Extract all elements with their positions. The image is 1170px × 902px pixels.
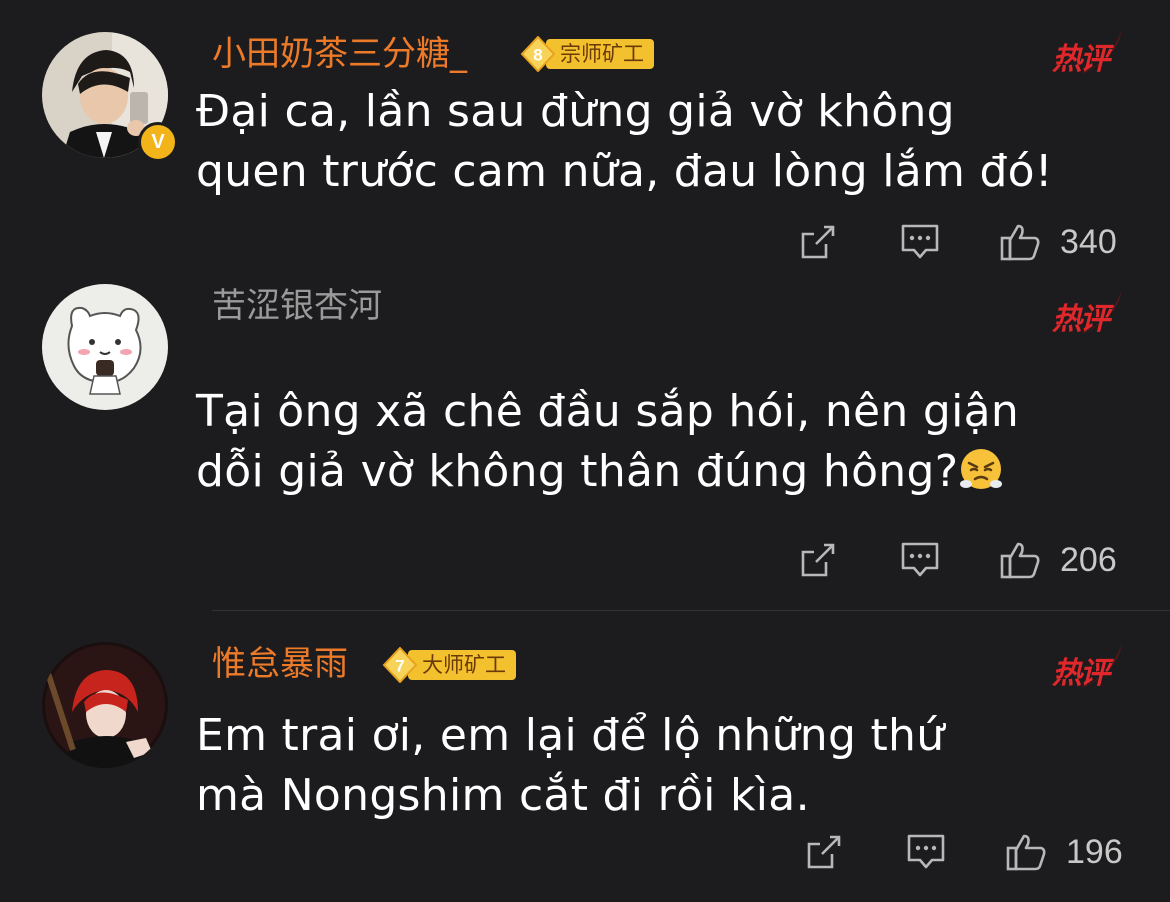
comment-actions: 340: [780, 220, 1140, 266]
username[interactable]: 惟怠暴雨: [212, 642, 348, 686]
level-badge[interactable]: 7 大师矿工: [382, 647, 516, 683]
comment-item: V 小田奶茶三分糖_ 8 宗师矿工 热评 Đại ca, lần sau đừn…: [0, 0, 1170, 290]
avatar[interactable]: [42, 284, 168, 410]
comment-text: Tại ông xã chê đầu sắp hói, nên giận dỗi…: [196, 382, 1146, 502]
svg-text:7: 7: [395, 657, 404, 676]
svg-text:8: 8: [533, 46, 542, 65]
comment-icon[interactable]: [898, 220, 942, 264]
comment-actions: 206: [780, 538, 1140, 584]
level-title: 宗师矿工: [546, 39, 654, 69]
thumbs-up-icon[interactable]: [998, 538, 1042, 582]
thumbs-up-icon[interactable]: [998, 220, 1042, 264]
comment-text-line: quen trước cam nữa, đau lòng lắm đó!: [196, 146, 1053, 197]
comment-text-line: Tại ông xã chê đầu sắp hói, nên giận: [196, 386, 1020, 437]
comment-divider: [212, 610, 1170, 611]
username[interactable]: 苦涩银杏河: [212, 284, 382, 328]
hot-comment-tag: 热评: [1046, 642, 1126, 692]
hot-comment-label: 热评: [1052, 302, 1110, 337]
like-count: 340: [1060, 223, 1117, 261]
huffing-face-emoji: [960, 449, 1003, 489]
like-count: 206: [1060, 541, 1117, 579]
comment-text-line: mà Nongshim cắt đi rồi kìa.: [196, 770, 810, 821]
thumbs-up-icon[interactable]: [1004, 830, 1048, 874]
avatar[interactable]: [42, 642, 168, 768]
username[interactable]: 小田奶茶三分糖_: [212, 32, 467, 76]
avatar-image: [42, 642, 168, 768]
comment-item: 苦涩银杏河 热评 Tại ông xã chê đầu sắp hói, nên…: [0, 280, 1170, 610]
comment-item: 惟怠暴雨 7 大师矿工 热评 Em trai ơi, em lại để lộ …: [0, 620, 1170, 902]
comment-icon[interactable]: [898, 538, 942, 582]
avatar-image: [42, 284, 168, 410]
comment-text: Em trai ơi, em lại để lộ những thứ mà No…: [196, 706, 1146, 826]
comment-text: Đại ca, lần sau đừng giả vờ không quen t…: [196, 82, 1146, 202]
hot-comment-label: 热评: [1052, 656, 1110, 691]
like-count: 196: [1066, 833, 1123, 871]
share-icon[interactable]: [802, 830, 846, 874]
hot-comment-tag: 热评: [1046, 28, 1126, 78]
avatar[interactable]: V: [42, 32, 178, 162]
comment-text-line: Em trai ơi, em lại để lộ những thứ: [196, 710, 945, 761]
level-diamond-icon: 7: [382, 647, 418, 683]
verified-badge: V: [138, 122, 178, 162]
hot-comment-label: 热评: [1052, 42, 1110, 77]
hot-comment-tag: 热评: [1046, 288, 1126, 338]
share-icon[interactable]: [796, 538, 840, 582]
comment-icon[interactable]: [904, 830, 948, 874]
comment-text-line: Đại ca, lần sau đừng giả vờ không: [196, 86, 955, 137]
level-title: 大师矿工: [408, 650, 516, 680]
level-diamond-icon: 8: [520, 36, 556, 72]
level-badge[interactable]: 8 宗师矿工: [520, 36, 654, 72]
share-icon[interactable]: [796, 220, 840, 264]
comment-text-line: dỗi giả vờ không thân đúng hông?: [196, 442, 1146, 502]
comment-actions: 196: [780, 830, 1140, 876]
